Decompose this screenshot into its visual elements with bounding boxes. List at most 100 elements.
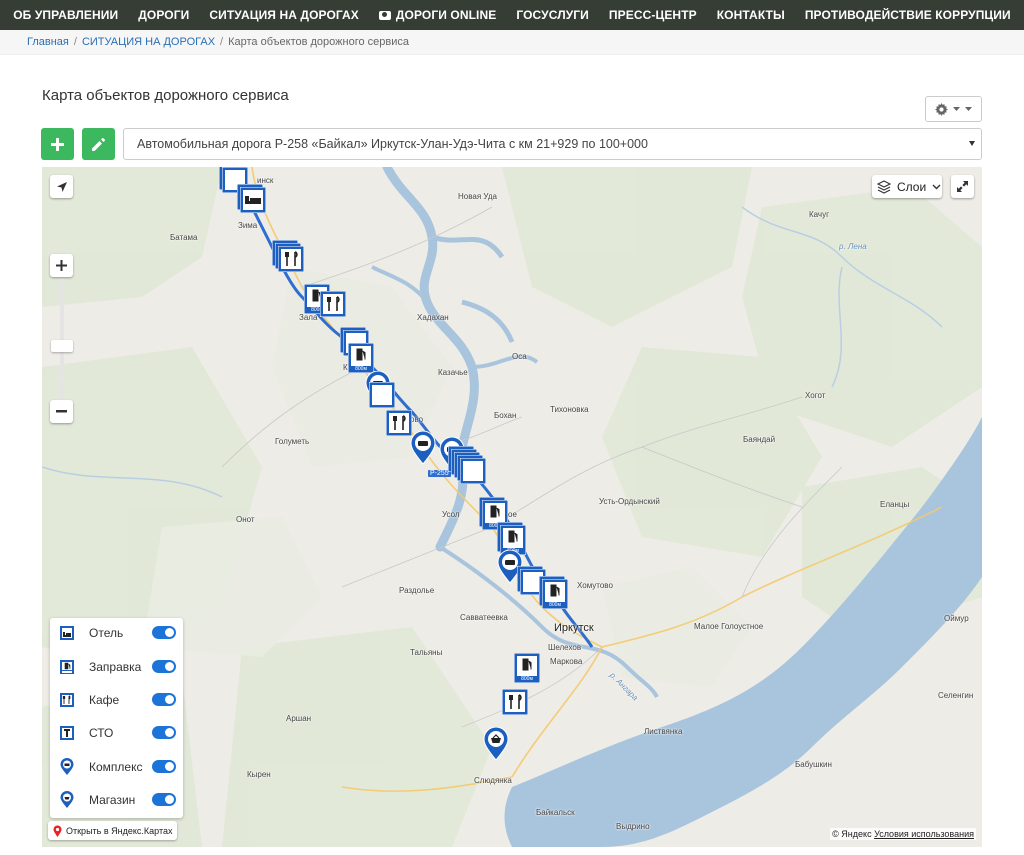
marker-distance-label: 800м — [521, 676, 533, 682]
place-label: Байкальск — [536, 808, 575, 817]
breadcrumb-section[interactable]: СИТУАЦИЯ НА ДОРОГАХ — [82, 36, 215, 48]
road-select[interactable]: Автомобильная дорога Р-258 «Байкал» Ирку… — [123, 128, 982, 160]
shop-pin-marker[interactable] — [482, 726, 510, 766]
place-label: Оймур — [944, 614, 969, 623]
chevron-down-icon — [932, 184, 941, 189]
hotel-marker[interactable] — [239, 186, 267, 218]
settings-dropdown-button[interactable] — [925, 96, 982, 122]
blank-marker[interactable] — [459, 457, 487, 489]
open-in-yandex-button[interactable]: Открыть в Яндекс.Картах — [48, 821, 178, 840]
place-label: Хадахан — [417, 313, 449, 322]
nav-contacts[interactable]: КОНТАКТЫ — [707, 8, 795, 22]
nav-gosuslugi[interactable]: ГОСУСЛУГИ — [506, 8, 599, 22]
zoom-in-button[interactable] — [50, 254, 73, 277]
add-button[interactable] — [41, 128, 74, 160]
nav-road-situation[interactable]: СИТУАЦИЯ НА ДОРОГАХ — [199, 8, 369, 22]
complex-pin-icon — [58, 758, 76, 776]
place-label: Казачье — [438, 368, 468, 377]
place-label: Шелехов — [548, 643, 582, 652]
place-label-city: Иркутск — [554, 622, 594, 634]
marker-distance-label: 800м — [549, 602, 561, 608]
legend-item-hotel[interactable]: Отель — [58, 622, 176, 644]
gear-icon — [935, 102, 948, 116]
place-label: Баяндай — [743, 435, 776, 444]
layers-label: Слои — [897, 179, 927, 194]
fuel-marker[interactable]: 800м — [541, 578, 569, 614]
page-title: Карта объектов дорожного сервиса — [42, 87, 289, 104]
breadcrumb-current: Карта объектов дорожного сервиса — [228, 36, 409, 48]
legend-toggle-shop[interactable] — [152, 793, 176, 806]
nav-anti-corruption[interactable]: ПРОТИВОДЕЙСТВИЕ КОРРУПЦИИ — [795, 8, 1021, 22]
expand-icon — [957, 181, 968, 192]
legend-toggle-hotel[interactable] — [152, 626, 176, 639]
layers-button[interactable]: Слои — [872, 175, 942, 198]
place-label: Усть-Ордынский — [599, 497, 660, 506]
fuel-marker[interactable]: 800м — [513, 652, 541, 688]
layers-icon — [877, 179, 891, 194]
map-copyright: © Яндекс Условия использования — [830, 828, 976, 840]
legend-panel: Отель Заправка Кафе СТО Комплекс Магазин — [50, 618, 183, 818]
road-select-value: Автомобильная дорога Р-258 «Байкал» Ирку… — [137, 137, 648, 151]
geolocation-button[interactable] — [50, 175, 73, 198]
breadcrumb-separator: / — [220, 36, 224, 48]
legend-item-service[interactable]: СТО — [58, 722, 176, 744]
zoom-slider-thumb[interactable] — [51, 340, 73, 352]
blank-marker[interactable] — [368, 381, 396, 413]
place-label: Бабушкин — [795, 760, 832, 769]
place-label: Слюдянка — [474, 776, 512, 785]
zoom-out-button[interactable] — [50, 400, 73, 423]
plus-icon — [56, 260, 67, 271]
minus-icon — [56, 410, 67, 413]
place-label: Маркова — [550, 657, 583, 666]
nav-press-center[interactable]: ПРЕСС-ЦЕНТР — [599, 8, 707, 22]
pencil-icon — [92, 137, 105, 151]
legend-label: Заправка — [89, 660, 142, 674]
copyright-text: © Яндекс — [832, 829, 872, 839]
caret-down-icon — [965, 106, 972, 111]
place-label: Кырен — [247, 770, 271, 779]
place-label: Хомутово — [577, 581, 613, 590]
place-label: Усол — [442, 510, 460, 519]
cafe-marker[interactable] — [319, 290, 347, 322]
place-label: Выдрино — [616, 822, 650, 831]
nav-about[interactable]: ОБ УПРАВЛЕНИИ — [3, 8, 128, 22]
map-container[interactable]: Новая Уда Качуг Батама Зима р. Лена инск… — [42, 167, 982, 847]
place-label: Голуметь — [275, 437, 310, 446]
place-label: Селенгин — [938, 691, 974, 700]
cafe-marker[interactable] — [277, 245, 305, 277]
nav-roads-online[interactable]: ДОРОГИ ONLINE — [369, 8, 506, 22]
cafe-marker[interactable] — [501, 688, 529, 720]
legend-toggle-complex[interactable] — [152, 760, 176, 773]
legend-label: СТО — [89, 726, 114, 740]
place-label: Хогот — [805, 391, 826, 400]
complex-pin-marker[interactable] — [409, 430, 437, 470]
legend-item-fuel[interactable]: Заправка — [58, 656, 176, 678]
place-label: Еланцы — [880, 500, 910, 509]
open-in-yandex-label: Открыть в Яндекс.Картах — [66, 825, 173, 836]
breadcrumb-home[interactable]: Главная — [27, 36, 69, 48]
place-label: Батама — [170, 233, 198, 242]
zoom-slider-track[interactable] — [60, 279, 64, 399]
terms-link[interactable]: Условия использования — [874, 829, 974, 839]
place-label: Качуг — [809, 210, 830, 219]
place-label: р. Лена — [839, 242, 867, 251]
nav-roads[interactable]: ДОРОГИ — [128, 8, 199, 22]
legend-item-shop[interactable]: Магазин — [58, 789, 176, 811]
plus-icon — [51, 137, 64, 151]
legend-toggle-cafe[interactable] — [152, 693, 176, 706]
legend-label: Отель — [89, 626, 124, 640]
map-base-layer — [42, 167, 982, 847]
legend-item-complex[interactable]: Комплекс — [58, 756, 176, 778]
place-label: Савватеевка — [460, 613, 508, 622]
fullscreen-button[interactable] — [951, 175, 974, 198]
location-arrow-icon — [56, 181, 67, 192]
edit-button[interactable] — [82, 128, 115, 160]
legend-toggle-fuel[interactable] — [152, 660, 176, 673]
legend-item-cafe[interactable]: Кафе — [58, 689, 176, 711]
legend-label: Комплекс — [89, 760, 143, 774]
fuel-icon — [58, 658, 76, 676]
top-navigation: ОБ УПРАВЛЕНИИ ДОРОГИ СИТУАЦИЯ НА ДОРОГАХ… — [0, 0, 1024, 30]
place-label: Бохан — [494, 411, 517, 420]
legend-label: Кафе — [89, 693, 120, 707]
legend-toggle-service[interactable] — [152, 726, 176, 739]
